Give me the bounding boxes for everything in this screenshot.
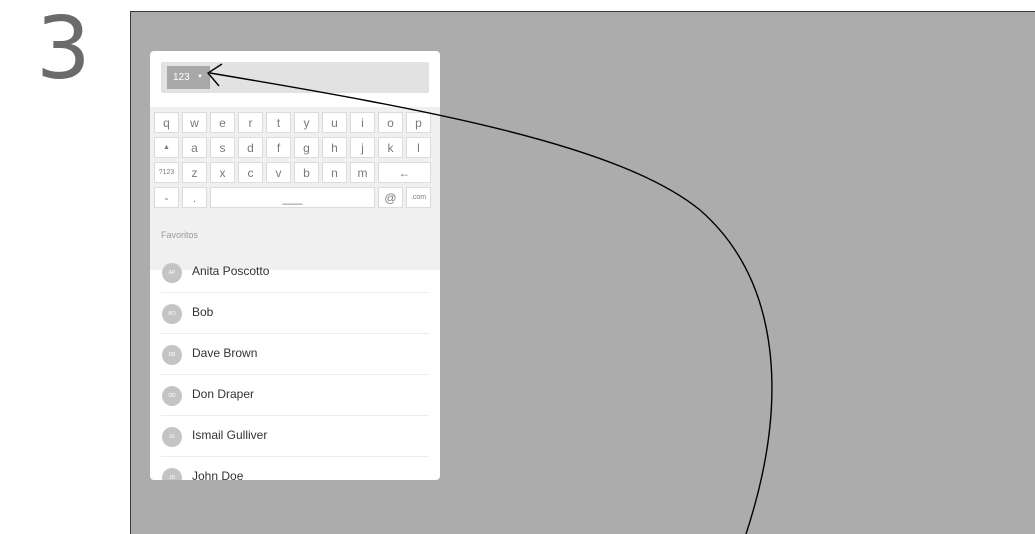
avatar: DD [162,386,182,406]
search-panel: 123 ▼ q w e r t y u i o p ▲ a s d f g h … [150,51,440,480]
key-s[interactable]: s [210,137,235,158]
keyboard-row-1: q w e r t y u i o p [154,112,431,133]
key-p[interactable]: p [406,112,431,133]
key-k[interactable]: k [378,137,403,158]
key-e[interactable]: e [210,112,235,133]
keyboard-mode-dropdown[interactable]: 123 ▼ [167,66,210,89]
key-g[interactable]: g [294,137,319,158]
key-i[interactable]: i [350,112,375,133]
on-screen-keyboard: q w e r t y u i o p ▲ a s d f g h j k l … [154,112,436,265]
contact-name: John Doe [192,469,244,480]
key-z[interactable]: z [182,162,207,183]
key-o[interactable]: o [378,112,403,133]
chevron-down-icon: ▼ [197,74,203,80]
key-y[interactable]: y [294,112,319,133]
contact-item[interactable]: DD Don Draper [161,375,429,416]
step-number: 3 [36,0,91,99]
favorites-heading: Favoritos [161,230,199,240]
avatar: IG [162,427,182,447]
contact-item[interactable]: AP Anita Poscotto [161,252,429,293]
avatar: AP [162,263,182,283]
key-at[interactable]: @ [378,187,403,208]
avatar: BO [162,304,182,324]
backspace-key[interactable]: ← [378,162,431,183]
key-dash[interactable]: - [154,187,179,208]
key-q[interactable]: q [154,112,179,133]
contact-name: Anita Poscotto [192,264,270,278]
keyboard-row-2: ▲ a s d f g h j k l [154,137,431,158]
key-l[interactable]: l [406,137,431,158]
keyboard-row-4: - . ___ @ .com [154,187,431,208]
space-key[interactable]: ___ [210,187,375,208]
key-h[interactable]: h [322,137,347,158]
key-dot-com[interactable]: .com [406,187,431,208]
contact-name: Don Draper [192,387,255,401]
key-u[interactable]: u [322,112,347,133]
key-w[interactable]: w [182,112,207,133]
key-n[interactable]: n [322,162,347,183]
symbols-key[interactable]: ?123 [154,162,179,183]
key-j[interactable]: j [350,137,375,158]
key-period[interactable]: . [182,187,207,208]
contact-item[interactable]: BO Bob [161,293,429,334]
key-d[interactable]: d [238,137,263,158]
key-c[interactable]: c [238,162,263,183]
contact-item[interactable]: JD John Doe [161,457,429,480]
keyboard-row-3: ?123 z x c v b n m ← [154,162,431,183]
key-a[interactable]: a [182,137,207,158]
keyboard-mode-label: 123 [173,72,190,83]
key-b[interactable]: b [294,162,319,183]
key-m[interactable]: m [350,162,375,183]
key-f[interactable]: f [266,137,291,158]
contact-list: AP Anita Poscotto BO Bob DB Dave Brown D… [161,252,440,480]
contact-name: Dave Brown [192,346,258,360]
avatar: DB [162,345,182,365]
contact-item[interactable]: IG Ismail Gulliver [161,416,429,457]
key-x[interactable]: x [210,162,235,183]
shift-key[interactable]: ▲ [154,137,179,158]
key-t[interactable]: t [266,112,291,133]
contact-item[interactable]: DB Dave Brown [161,334,429,375]
key-v[interactable]: v [266,162,291,183]
search-input[interactable]: 123 ▼ [161,62,429,93]
contact-name: Ismail Gulliver [192,428,268,442]
contact-name: Bob [192,305,214,319]
avatar: JD [162,468,182,480]
key-r[interactable]: r [238,112,263,133]
